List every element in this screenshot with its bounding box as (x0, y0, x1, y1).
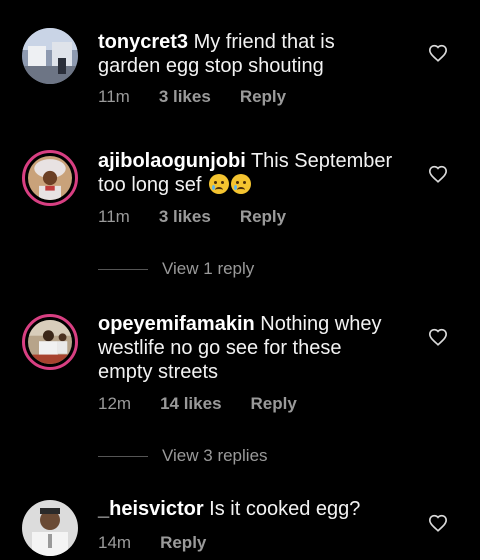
likes-count[interactable]: 3 likes (159, 207, 211, 227)
crying-face-emoji (230, 174, 251, 194)
avatar[interactable] (22, 150, 78, 206)
comment-text: opeyemifamakin Nothing whey westlife no … (98, 312, 398, 384)
likes-count[interactable]: 14 likes (160, 394, 221, 414)
crying-face-emoji (208, 174, 229, 194)
comment-username[interactable]: ajibolaogunjobi (98, 150, 246, 172)
view-replies-label[interactable]: View 1 reply (162, 259, 254, 279)
comment-text: _heisvictor Is it cooked egg? (98, 497, 418, 521)
comment-username[interactable]: tonycret3 (98, 31, 188, 53)
heart-icon[interactable] (428, 514, 448, 534)
reply-button[interactable]: Reply (240, 207, 286, 227)
comment-time: 14m (98, 533, 132, 552)
comment-text: ajibolaogunjobi This September too long … (98, 149, 398, 197)
comment-meta: 11m 3 likes Reply (98, 87, 315, 107)
avatar[interactable] (22, 28, 78, 84)
heart-icon[interactable] (428, 328, 448, 348)
comment-time: 11m (98, 207, 130, 226)
view-replies-button[interactable]: View 3 replies (98, 446, 268, 466)
replies-divider (98, 455, 148, 457)
comment-time: 11m (98, 87, 130, 106)
comment-body: Is it cooked egg? (203, 498, 361, 520)
reply-button[interactable]: Reply (240, 87, 286, 107)
avatar-image (22, 500, 78, 556)
comment-username[interactable]: _heisvictor (98, 498, 204, 520)
reply-button[interactable]: Reply (251, 394, 297, 414)
comment-username[interactable]: opeyemifamakin (98, 313, 255, 335)
view-replies-label[interactable]: View 3 replies (162, 446, 268, 466)
comment-meta: 14m Reply (98, 533, 235, 553)
comment-text: tonycret3 My friend that is garden egg s… (98, 30, 398, 78)
avatar-image (28, 320, 72, 364)
heart-icon[interactable] (428, 165, 448, 185)
comment-meta: 11m 3 likes Reply (98, 207, 315, 227)
comment-meta: 12m 14 likes Reply (98, 394, 326, 414)
replies-divider (98, 268, 148, 270)
reply-button[interactable]: Reply (160, 533, 206, 553)
likes-count[interactable]: 3 likes (159, 87, 211, 107)
avatar[interactable] (22, 500, 78, 556)
avatar-image (22, 28, 78, 84)
view-replies-button[interactable]: View 1 reply (98, 259, 254, 279)
avatar[interactable] (22, 314, 78, 370)
heart-icon[interactable] (428, 44, 448, 64)
avatar-image (28, 156, 72, 200)
comment-time: 12m (98, 394, 132, 413)
